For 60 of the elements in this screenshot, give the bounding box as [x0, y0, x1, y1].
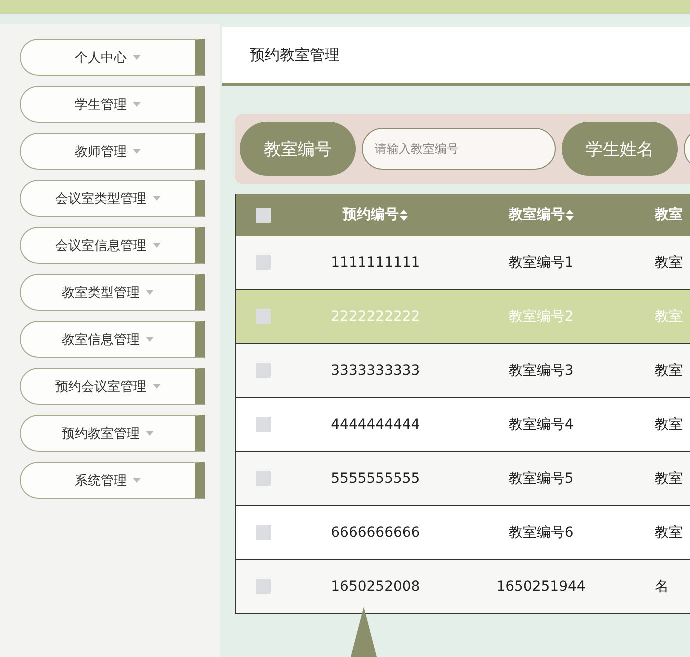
- table-row[interactable]: 1111111111 教室编号1 教室: [236, 236, 690, 290]
- row-checkbox[interactable]: [256, 309, 271, 324]
- row-checkbox[interactable]: [256, 471, 271, 486]
- sidebar-item[interactable]: 学生管理: [20, 86, 205, 123]
- table-cell: 6666666666: [331, 524, 420, 540]
- table-cell: 教室编号5: [508, 470, 574, 486]
- caret-icon: [133, 149, 141, 154]
- sidebar-item[interactable]: 个人中心: [20, 39, 205, 76]
- table-cell: 教室编号3: [508, 362, 574, 378]
- table-cell: 教室编号4: [508, 416, 574, 432]
- tree-drawing: [349, 607, 379, 657]
- table-cell: 2222222222: [331, 308, 420, 324]
- table-row[interactable]: 5555555555 教室编号5 教室: [236, 452, 690, 506]
- table-cell: 1650251944: [496, 578, 586, 594]
- caret-icon: [133, 102, 141, 107]
- sidebar-item[interactable]: 会议室类型管理: [20, 180, 205, 217]
- caret-icon: [146, 290, 154, 295]
- row-checkbox[interactable]: [256, 525, 271, 540]
- caret-icon: [152, 243, 160, 248]
- table-cell: 名: [655, 578, 670, 594]
- caret-icon: [146, 431, 154, 436]
- sidebar-item[interactable]: 教师管理: [20, 133, 205, 170]
- table-cell: 教室: [655, 362, 684, 378]
- caret-icon: [152, 196, 160, 201]
- table-cell: 4444444444: [331, 416, 420, 432]
- caret-icon: [146, 337, 154, 342]
- table-cell: 1650252008: [331, 578, 420, 594]
- row-checkbox[interactable]: [256, 363, 271, 378]
- sort-icon[interactable]: [400, 210, 408, 220]
- table-cell: 教室编号6: [508, 524, 574, 540]
- table-cell: 教室: [655, 470, 684, 486]
- sidebar-item[interactable]: 预约教室管理: [20, 415, 205, 452]
- table-cell: 教室编号1: [508, 254, 574, 270]
- row-checkbox[interactable]: [256, 255, 271, 270]
- sidebar-item[interactable]: 预约会议室管理: [20, 368, 205, 405]
- table-row[interactable]: 6666666666 教室编号6 教室: [236, 506, 690, 560]
- page-title: 预约教室管理: [250, 46, 340, 64]
- row-checkbox[interactable]: [256, 417, 271, 432]
- table-cell: 教室: [655, 524, 684, 540]
- caret-icon: [152, 384, 160, 389]
- table-cell: 教室: [655, 416, 684, 432]
- select-all-checkbox[interactable]: [256, 208, 271, 222]
- table-cell: 1111111111: [331, 254, 420, 270]
- caret-icon: [133, 478, 141, 483]
- sidebar-item[interactable]: 教室类型管理: [20, 274, 205, 311]
- sidebar-item[interactable]: 系统管理: [20, 462, 205, 499]
- table-cell: 5555555555: [331, 470, 420, 486]
- table-row[interactable]: 3333333333 教室编号3 教室: [236, 344, 690, 398]
- table-row[interactable]: 1650252008 1650251944 名: [236, 560, 690, 614]
- table-cell: 3333333333: [331, 362, 420, 378]
- table-cell: 教室: [655, 254, 684, 270]
- table-cell: 教室编号2: [508, 308, 574, 324]
- sidebar-item[interactable]: 教室信息管理: [20, 321, 205, 358]
- sidebar-item[interactable]: 会议室信息管理: [20, 227, 205, 264]
- caret-icon: [133, 55, 141, 60]
- table-cell: 教室: [655, 308, 684, 324]
- search-field[interactable]: 请输入教室编号: [362, 128, 556, 170]
- table-row[interactable]: 4444444444 教室编号4 教室: [236, 398, 690, 452]
- sort-icon[interactable]: [566, 210, 574, 220]
- row-checkbox[interactable]: [256, 579, 271, 594]
